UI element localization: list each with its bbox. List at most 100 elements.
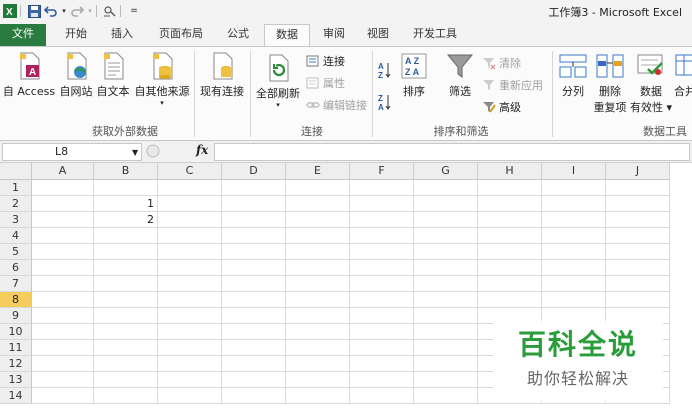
cell-c2[interactable]	[158, 196, 222, 212]
cell-c12[interactable]	[158, 356, 222, 372]
cell-d3[interactable]	[222, 212, 286, 228]
text-to-columns-button[interactable]: 分列	[556, 51, 590, 99]
cell-g6[interactable]	[414, 260, 478, 276]
cell-b3[interactable]: 2	[94, 212, 158, 228]
from-web-button[interactable]: 自网站	[58, 51, 94, 99]
cell-h6[interactable]	[478, 260, 542, 276]
cell-h1[interactable]	[478, 180, 542, 196]
select-all-corner[interactable]	[0, 163, 32, 180]
cell-i6[interactable]	[542, 260, 606, 276]
cell-a8[interactable]	[32, 292, 94, 308]
cell-e9[interactable]	[286, 308, 350, 324]
cell-i4[interactable]	[542, 228, 606, 244]
reapply-button[interactable]: 重新应用	[482, 77, 543, 93]
row-header-10[interactable]: 10	[0, 324, 32, 340]
dropdown-icon[interactable]: ▾	[61, 4, 67, 18]
column-header-j[interactable]: J	[606, 163, 670, 180]
cell-f1[interactable]	[350, 180, 414, 196]
name-box[interactable]: L8	[2, 143, 142, 161]
cell-f3[interactable]	[350, 212, 414, 228]
tab-data[interactable]: 数据	[264, 24, 310, 47]
customize-icon[interactable]	[103, 4, 117, 18]
cell-d14[interactable]	[222, 388, 286, 404]
cell-a4[interactable]	[32, 228, 94, 244]
cell-b9[interactable]	[94, 308, 158, 324]
cell-g14[interactable]	[414, 388, 478, 404]
refresh-all-button[interactable]: 全部刷新 ▾	[254, 53, 302, 109]
cell-d4[interactable]	[222, 228, 286, 244]
save-icon[interactable]	[27, 4, 41, 18]
column-header-e[interactable]: E	[286, 163, 350, 180]
cell-j5[interactable]	[606, 244, 670, 260]
cell-f8[interactable]	[350, 292, 414, 308]
cell-f2[interactable]	[350, 196, 414, 212]
cell-d13[interactable]	[222, 372, 286, 388]
from-access-button[interactable]: A 自 Access	[2, 51, 56, 99]
cell-b5[interactable]	[94, 244, 158, 260]
edit-links-button[interactable]: 编辑链接	[306, 97, 367, 113]
cell-f12[interactable]	[350, 356, 414, 372]
row-header-1[interactable]: 1	[0, 180, 32, 196]
row-header-14[interactable]: 14	[0, 388, 32, 404]
column-header-h[interactable]: H	[478, 163, 542, 180]
row-header-8[interactable]: 8	[0, 292, 32, 308]
consolidate-button[interactable]: 合并	[674, 51, 692, 99]
cell-b14[interactable]	[94, 388, 158, 404]
cell-b6[interactable]	[94, 260, 158, 276]
cell-g8[interactable]	[414, 292, 478, 308]
cell-e4[interactable]	[286, 228, 350, 244]
cell-d1[interactable]	[222, 180, 286, 196]
connections-button[interactable]: 连接	[306, 53, 345, 69]
cell-f4[interactable]	[350, 228, 414, 244]
column-header-d[interactable]: D	[222, 163, 286, 180]
cell-e3[interactable]	[286, 212, 350, 228]
cell-g12[interactable]	[414, 356, 478, 372]
cell-b7[interactable]	[94, 276, 158, 292]
cell-c8[interactable]	[158, 292, 222, 308]
cell-b8[interactable]	[94, 292, 158, 308]
row-header-7[interactable]: 7	[0, 276, 32, 292]
cell-g2[interactable]	[414, 196, 478, 212]
data-validation-button[interactable]: 数据 有效性 ▾	[630, 51, 672, 115]
from-other-sources-button[interactable]: 自其他来源 ▾	[132, 51, 192, 107]
cell-b2[interactable]: 1	[94, 196, 158, 212]
cell-j1[interactable]	[606, 180, 670, 196]
cell-a3[interactable]	[32, 212, 94, 228]
cell-d2[interactable]	[222, 196, 286, 212]
undo-icon[interactable]	[44, 4, 58, 18]
cell-e12[interactable]	[286, 356, 350, 372]
tab-formulas[interactable]: 公式	[218, 24, 258, 46]
column-header-a[interactable]: A	[32, 163, 94, 180]
cell-b12[interactable]	[94, 356, 158, 372]
cell-a7[interactable]	[32, 276, 94, 292]
cell-a10[interactable]	[32, 324, 94, 340]
tab-developer[interactable]: 开发工具	[404, 24, 466, 46]
filter-button[interactable]: 筛选	[440, 51, 480, 99]
cell-a1[interactable]	[32, 180, 94, 196]
cell-e10[interactable]	[286, 324, 350, 340]
insert-function-icon[interactable]: fx	[196, 143, 208, 157]
cell-g1[interactable]	[414, 180, 478, 196]
cell-c14[interactable]	[158, 388, 222, 404]
row-header-12[interactable]: 12	[0, 356, 32, 372]
cell-g9[interactable]	[414, 308, 478, 324]
tab-review[interactable]: 审阅	[314, 24, 354, 46]
column-header-i[interactable]: I	[542, 163, 606, 180]
properties-button[interactable]: 属性	[306, 75, 345, 91]
cell-h5[interactable]	[478, 244, 542, 260]
advanced-filter-button[interactable]: 高级	[482, 99, 521, 115]
cell-d11[interactable]	[222, 340, 286, 356]
column-header-c[interactable]: C	[158, 163, 222, 180]
cell-h2[interactable]	[478, 196, 542, 212]
remove-duplicates-button[interactable]: 删除 重复项	[592, 51, 628, 115]
cell-c9[interactable]	[158, 308, 222, 324]
tab-file[interactable]: 文件	[0, 24, 46, 46]
cell-f7[interactable]	[350, 276, 414, 292]
cell-a14[interactable]	[32, 388, 94, 404]
chevron-down-icon[interactable]: ▼	[132, 148, 138, 157]
cell-c6[interactable]	[158, 260, 222, 276]
cell-c7[interactable]	[158, 276, 222, 292]
redo-icon[interactable]	[70, 4, 84, 18]
cell-f9[interactable]	[350, 308, 414, 324]
cell-c4[interactable]	[158, 228, 222, 244]
